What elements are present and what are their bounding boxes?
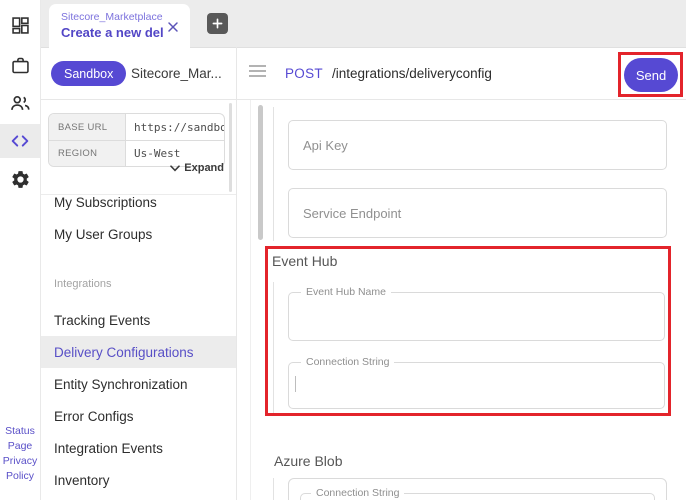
scrollbar-track — [250, 100, 251, 500]
tab-app-name: Sitecore_Marketplace — [61, 11, 164, 23]
form-panel: Api Key Service Endpoint Event Hub Event… — [237, 100, 686, 500]
event-hub-section-title: Event Hub — [272, 253, 337, 269]
sidebar-item-inventory[interactable]: Inventory — [41, 464, 236, 496]
section-guide-line — [273, 107, 274, 241]
environment-badge[interactable]: Sandbox — [51, 61, 126, 86]
chevron-down-icon — [170, 165, 180, 172]
section-guide-line — [273, 282, 274, 416]
menu-icon[interactable] — [249, 65, 267, 81]
sidebar-item-my-subscriptions[interactable]: My Subscriptions — [41, 186, 236, 218]
sidebar-item-delivery-configurations[interactable]: Delivery Configurations — [41, 336, 236, 368]
code-icon[interactable] — [0, 124, 40, 158]
browser-tab[interactable]: Sitecore_Marketplace Create a new deliv.… — [49, 4, 190, 48]
text-cursor — [295, 376, 296, 392]
tab-strip: Sitecore_Marketplace Create a new deliv.… — [41, 0, 686, 48]
expand-label: Expand — [184, 162, 224, 174]
region-label: REGION — [49, 141, 126, 166]
service-endpoint-input[interactable]: Service Endpoint — [288, 188, 667, 238]
http-method-label: POST — [285, 66, 323, 81]
sidebar-item-entity-synchronization[interactable]: Entity Synchronization — [41, 368, 236, 400]
connection-string-input[interactable]: Connection String — [288, 362, 665, 409]
sidebar-item-integration-events[interactable]: Integration Events — [41, 432, 236, 464]
dashboard-icon[interactable] — [0, 8, 40, 42]
add-tab-button[interactable] — [207, 13, 228, 34]
api-key-placeholder: Api Key — [289, 138, 348, 153]
panel-divider — [236, 47, 237, 500]
scrollbar-thumb[interactable] — [258, 105, 263, 240]
azure-connection-string-label: Connection String — [311, 487, 404, 499]
endpoint-path: /integrations/deliveryconfig — [332, 66, 492, 81]
briefcase-icon[interactable] — [0, 48, 40, 82]
nav-section-integrations: Integrations — [41, 268, 236, 300]
base-url-value: https://sandboxa — [126, 114, 224, 140]
app-name-label: Sitecore_Mar... — [131, 66, 222, 81]
sidebar-nav: My Subscriptions My User Groups Integrat… — [41, 186, 236, 496]
connection-summary: BASE URL https://sandboxa REGION Us-West… — [41, 100, 236, 195]
event-hub-name-input[interactable]: Event Hub Name — [288, 292, 665, 341]
icon-rail: Status Page Privacy Policy — [0, 0, 41, 500]
azure-connection-string-input[interactable]: Connection String — [300, 493, 655, 500]
base-url-row: BASE URL https://sandboxa — [49, 114, 224, 140]
nav-spacer — [41, 250, 236, 268]
sidebar: BASE URL https://sandboxa REGION Us-West… — [41, 100, 236, 500]
connection-table: BASE URL https://sandboxa REGION Us-West — [48, 113, 225, 167]
rail-footer-links: Status Page Privacy Policy — [0, 424, 40, 484]
request-bar: POST /integrations/deliveryconfig Send — [237, 47, 686, 100]
plus-icon — [212, 18, 223, 29]
users-icon[interactable] — [0, 86, 40, 120]
connection-string-label: Connection String — [301, 356, 394, 368]
privacy-policy-link[interactable]: Privacy Policy — [0, 454, 40, 484]
status-page-link[interactable]: Status Page — [0, 424, 40, 454]
section-guide-line — [273, 478, 274, 500]
app-window: Status Page Privacy Policy Sitecore_Mark… — [0, 0, 686, 500]
expand-toggle[interactable]: Expand — [170, 162, 224, 174]
settings-icon[interactable] — [0, 162, 40, 196]
sidebar-scrollbar-thumb[interactable] — [229, 103, 232, 192]
sidebar-item-my-user-groups[interactable]: My User Groups — [41, 218, 236, 250]
send-button[interactable]: Send — [624, 58, 678, 92]
tab-page-title: Create a new deliv... — [61, 25, 164, 40]
sidebar-item-error-configs[interactable]: Error Configs — [41, 400, 236, 432]
close-icon[interactable] — [167, 20, 179, 32]
azure-blob-section-title: Azure Blob — [274, 453, 342, 469]
sidebar-item-tracking-events[interactable]: Tracking Events — [41, 304, 236, 336]
sidebar-header: Sandbox Sitecore_Mar... — [41, 47, 237, 100]
event-hub-name-label: Event Hub Name — [301, 286, 391, 298]
base-url-label: BASE URL — [49, 114, 126, 140]
api-key-input[interactable]: Api Key — [288, 120, 667, 170]
service-endpoint-placeholder: Service Endpoint — [289, 206, 401, 221]
